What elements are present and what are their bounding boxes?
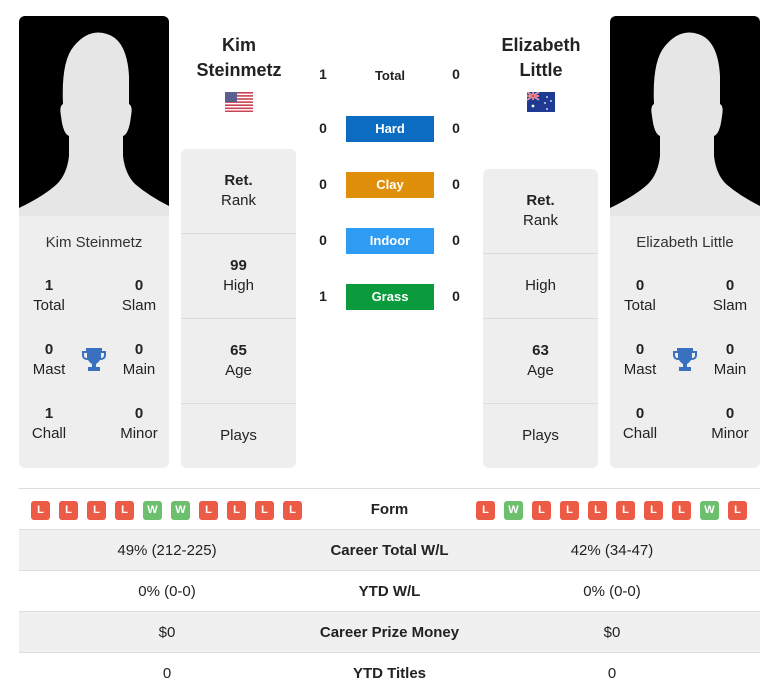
- form-badge-left: L: [87, 501, 106, 520]
- form-badge-right: L: [588, 501, 607, 520]
- player-photo-right: [610, 16, 760, 216]
- form-badge-right: L: [560, 501, 579, 520]
- stat-slam: 0 Slam: [121, 277, 157, 314]
- stats-row-career-total-w-l: Career Total W/L 49% (212-225) 42% (34-47): [19, 529, 760, 571]
- player-photo-left: [19, 16, 169, 216]
- surface-clay[interactable]: Clay: [346, 172, 434, 198]
- plays-cell: Plays: [220, 427, 257, 444]
- form-badge-left: L: [199, 501, 218, 520]
- player-card-name: Kim Steinmetz: [45, 234, 143, 251]
- age-cell: 65 Age: [225, 342, 252, 379]
- form-badge-right: L: [476, 501, 495, 520]
- trophy-icon: [82, 348, 106, 371]
- h2h-left-indoor: 0: [319, 232, 327, 248]
- player-info-left: Ret. Rank 99 High 65 Age Plays: [181, 149, 296, 468]
- stats-label: Career Prize Money: [319, 624, 460, 641]
- stats-row-ytd-w-l: YTD W/L 0% (0-0) 0% (0-0): [19, 570, 760, 612]
- stat-main: 0 Main: [713, 341, 747, 378]
- stat-minor: 0 Minor: [711, 405, 749, 442]
- age-cell: 63 Age: [527, 342, 554, 379]
- stats-label: YTD Titles: [352, 665, 427, 682]
- form-badge-left: W: [143, 501, 162, 520]
- stats-label: Form: [370, 501, 409, 518]
- h2h-left-grass: 1: [319, 288, 327, 304]
- surface-indoor[interactable]: Indoor: [346, 228, 434, 254]
- stats-right-value: 0: [607, 665, 617, 682]
- form-badge-right: L: [672, 501, 691, 520]
- stats-left-value: $0: [158, 624, 176, 641]
- stats-left-value: 0% (0-0): [138, 583, 196, 600]
- form-badge-right: W: [700, 501, 719, 520]
- form-badge-right: L: [728, 501, 747, 520]
- player-info-right: Ret. Rank High 63 Age Plays: [483, 169, 598, 468]
- player-card-left: Kim Steinmetz 1 Total 0 Slam 0 Mast 0 Main 1…: [19, 216, 169, 468]
- australia-flag-icon: [527, 92, 555, 112]
- h2h-right-clay: 0: [452, 176, 460, 192]
- stats-left-value: 49% (212-225): [117, 542, 217, 559]
- form-badge-left: L: [115, 501, 134, 520]
- stats-right-value: 42% (34-47): [570, 542, 654, 559]
- high-cell: High: [525, 277, 556, 294]
- h2h-right-grass: 0: [452, 288, 460, 304]
- h2h-left-total: 1: [319, 66, 327, 82]
- player-name-left[interactable]: Kim Steinmetz: [164, 33, 314, 83]
- stats-row-form: Form L L L L W W L L L L L W L L L L L L W L: [19, 488, 760, 530]
- stats-row-career-prize-money: Career Prize Money $0 $0: [19, 611, 760, 653]
- player-card-name: Elizabeth Little: [636, 234, 734, 251]
- h2h-right-hard: 0: [452, 120, 460, 136]
- stat-chall: 1 Chall: [31, 405, 67, 442]
- h2h-right-indoor: 0: [452, 232, 460, 248]
- usa-flag-icon: [225, 92, 253, 112]
- stat-chall: 0 Chall: [622, 405, 658, 442]
- stat-main: 0 Main: [122, 341, 156, 378]
- stats-label: Career Total W/L: [330, 542, 449, 559]
- silhouette-icon: [19, 32, 169, 216]
- surface-hard[interactable]: Hard: [346, 116, 434, 142]
- form-badge-right: W: [504, 501, 523, 520]
- stat-minor: 0 Minor: [120, 405, 158, 442]
- form-badge-left: L: [59, 501, 78, 520]
- form-badge-right: L: [644, 501, 663, 520]
- high-cell: 99 High: [223, 257, 254, 294]
- h2h-right-total: 0: [452, 66, 460, 82]
- stat-mast: 0 Mast: [623, 341, 657, 378]
- stats-left-value: 0: [162, 665, 172, 682]
- form-badge-right: L: [616, 501, 635, 520]
- form-badge-left: W: [171, 501, 190, 520]
- stat-slam: 0 Slam: [712, 277, 748, 314]
- form-badge-right: L: [532, 501, 551, 520]
- stat-mast: 0 Mast: [32, 341, 66, 378]
- stats-right-value: $0: [603, 624, 621, 641]
- h2h-left-clay: 0: [319, 176, 327, 192]
- form-badge-left: L: [31, 501, 50, 520]
- form-badge-left: L: [283, 501, 302, 520]
- trophy-icon: [673, 348, 697, 371]
- rank-cell: Ret. Rank: [522, 192, 559, 229]
- plays-cell: Plays: [522, 427, 559, 444]
- player-card-right: Elizabeth Little 0 Total 0 Slam 0 Mast 0 Mai…: [610, 216, 760, 468]
- stats-label: YTD W/L: [358, 583, 421, 600]
- form-badge-left: L: [227, 501, 246, 520]
- rank-cell: Ret. Rank: [220, 172, 257, 209]
- silhouette-icon: [610, 32, 760, 216]
- stat-total: 0 Total: [624, 277, 656, 314]
- surface-total: Total: [374, 68, 406, 83]
- player-name-right[interactable]: Elizabeth Little: [466, 33, 616, 83]
- stat-total: 1 Total: [33, 277, 65, 314]
- h2h-left-hard: 0: [319, 120, 327, 136]
- stats-right-value: 0% (0-0): [583, 583, 641, 600]
- form-badge-left: L: [255, 501, 274, 520]
- stats-row-ytd-titles: YTD Titles 0 0: [19, 652, 760, 694]
- surface-grass[interactable]: Grass: [346, 284, 434, 310]
